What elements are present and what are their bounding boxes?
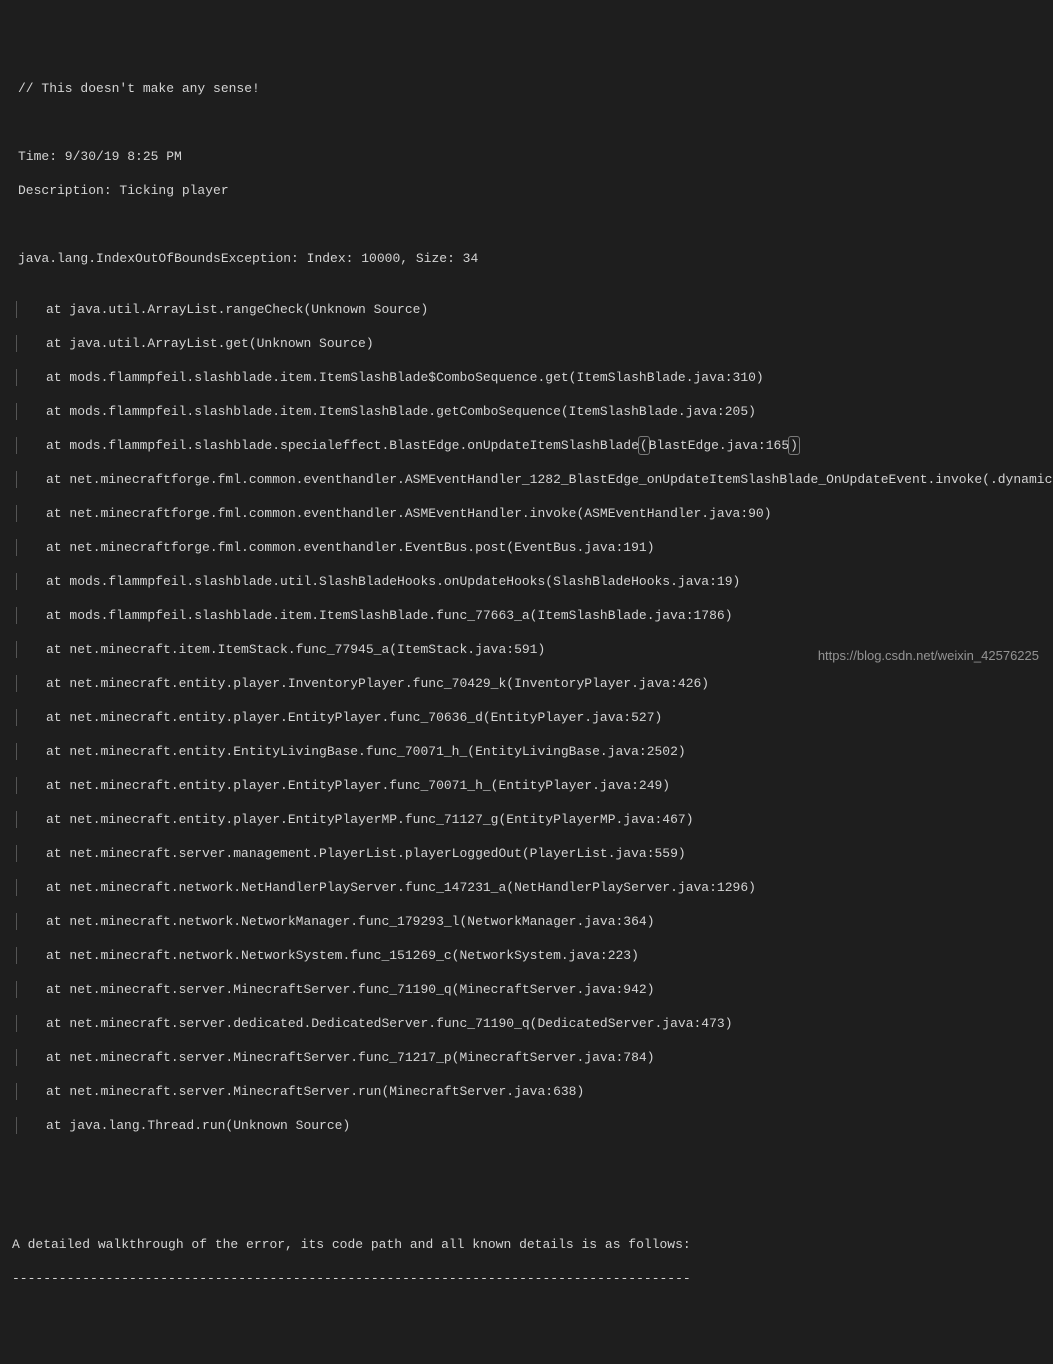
blank-line xyxy=(12,1168,1053,1185)
blank-line xyxy=(12,216,1053,233)
divider-line: ----------------------------------------… xyxy=(12,1270,1053,1287)
bracket-close: ) xyxy=(789,437,799,454)
stack-frame: at net.minecraftforge.fml.common.eventha… xyxy=(12,505,1053,522)
blank-line xyxy=(12,1202,1053,1219)
stack-frame: at mods.flammpfeil.slashblade.item.ItemS… xyxy=(12,369,1053,386)
stack-frame: at net.minecraft.network.NetworkManager.… xyxy=(12,913,1053,930)
stack-frame: at net.minecraft.entity.EntityLivingBase… xyxy=(12,743,1053,760)
stack-frame: at net.minecraftforge.fml.common.eventha… xyxy=(12,539,1053,556)
stack-frame: at net.minecraft.network.NetworkSystem.f… xyxy=(12,947,1053,964)
watermark-link[interactable]: https://blog.csdn.net/weixin_42576225 xyxy=(818,647,1039,664)
stack-frame: at java.lang.Thread.run(Unknown Source) xyxy=(12,1117,1053,1134)
stack-frame: at mods.flammpfeil.slashblade.item.ItemS… xyxy=(12,607,1053,624)
stack-frame: at net.minecraft.server.dedicated.Dedica… xyxy=(12,1015,1053,1032)
stack-frame: at net.minecraftforge.fml.common.eventha… xyxy=(12,471,1053,488)
stack-frame: at net.minecraft.server.management.Playe… xyxy=(12,845,1053,862)
time-line: Time: 9/30/19 8:25 PM xyxy=(12,148,1053,165)
bracket-open: ( xyxy=(639,437,649,454)
stack-frame: at java.util.ArrayList.get(Unknown Sourc… xyxy=(12,335,1053,352)
walkthrough-summary: A detailed walkthrough of the error, its… xyxy=(12,1236,1053,1253)
stack-frame: at net.minecraft.entity.player.EntityPla… xyxy=(12,709,1053,726)
stack-frame: at net.minecraft.network.NetHandlerPlayS… xyxy=(12,879,1053,896)
stack-frame-highlighted[interactable]: at mods.flammpfeil.slashblade.specialeff… xyxy=(12,437,1053,454)
stack-frame: at net.minecraft.server.MinecraftServer.… xyxy=(12,1049,1053,1066)
stack-frame: at net.minecraft.entity.player.Inventory… xyxy=(12,675,1053,692)
blank-line xyxy=(12,114,1053,131)
description-line: Description: Ticking player xyxy=(12,182,1053,199)
stack-frame: at net.minecraft.entity.player.EntityPla… xyxy=(12,777,1053,794)
comment-line: // This doesn't make any sense! xyxy=(12,80,1053,97)
stack-frame: at java.util.ArrayList.rangeCheck(Unknow… xyxy=(12,301,1053,318)
stack-frame: at mods.flammpfeil.slashblade.util.Slash… xyxy=(12,573,1053,590)
source-link[interactable]: BlastEdge.java:165 xyxy=(649,437,789,454)
stack-frame: at net.minecraft.server.MinecraftServer.… xyxy=(12,1083,1053,1100)
stack-frame: at net.minecraft.entity.player.EntityPla… xyxy=(12,811,1053,828)
stack-frame: at net.minecraft.server.MinecraftServer.… xyxy=(12,981,1053,998)
exception-line: java.lang.IndexOutOfBoundsException: Ind… xyxy=(12,250,1053,267)
stack-frame: at mods.flammpfeil.slashblade.item.ItemS… xyxy=(12,403,1053,420)
